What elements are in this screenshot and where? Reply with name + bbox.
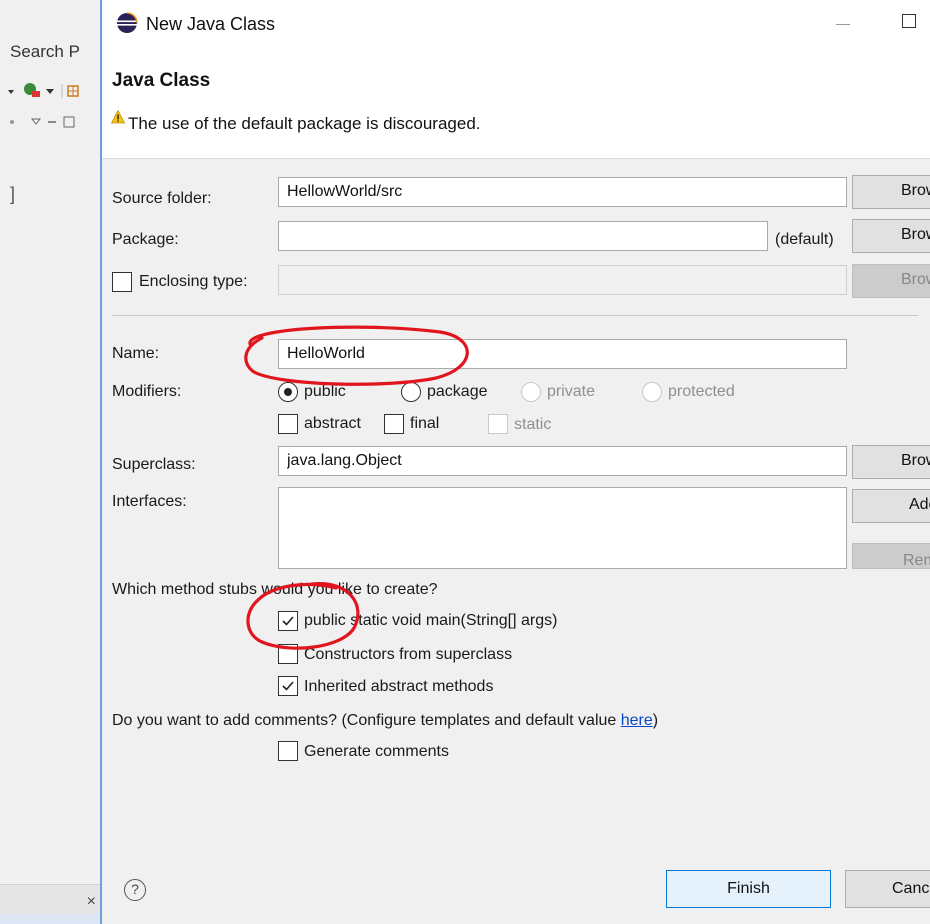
eclipse-icon (117, 12, 138, 33)
interfaces-list[interactable] (278, 487, 847, 569)
configure-templates-link[interactable]: here (621, 712, 653, 729)
package-input[interactable] (278, 221, 768, 251)
modifier-static-checkbox[interactable] (488, 414, 508, 434)
ide-view-toolbar (8, 114, 100, 130)
modifiers-label: Modifiers: (112, 383, 182, 400)
source-folder-label: Source folder: (112, 190, 212, 207)
page-title: Java Class (112, 70, 211, 91)
maximize-button[interactable] (902, 14, 916, 28)
ide-background: Search P ] × (0, 0, 100, 924)
source-folder-browse-button[interactable]: Browse... (852, 175, 930, 209)
modifier-abstract-label: abstract (304, 415, 361, 432)
class-name-input[interactable] (278, 339, 847, 369)
modifier-protected-radio[interactable] (642, 382, 662, 402)
ide-menu-search[interactable]: Search P (10, 42, 80, 62)
finish-button[interactable]: Finish (666, 870, 831, 908)
comments-question-close: ) (652, 712, 659, 729)
generate-comments-checkbox[interactable] (278, 741, 298, 761)
name-label: Name: (112, 345, 160, 362)
stub-constructors-checkbox[interactable] (278, 644, 298, 664)
stub-inherited-label: Inherited abstract methods (304, 678, 494, 695)
generate-comments-label: Generate comments (304, 743, 449, 760)
superclass-input[interactable] (278, 446, 847, 476)
check-icon (282, 681, 294, 691)
enclosing-type-input[interactable] (278, 265, 847, 295)
dialog-titlebar[interactable]: New Java Class (102, 0, 930, 50)
ide-status-strip (0, 914, 100, 924)
modifier-private-label: private (547, 383, 596, 400)
package-default-label: (default) (775, 231, 834, 248)
close-tab-icon[interactable]: × (87, 893, 96, 911)
modifier-package-label: package (427, 383, 488, 400)
add-interface-button[interactable]: Add... (852, 489, 930, 523)
new-java-class-dialog: New Java Class Java Class The use of the… (100, 0, 930, 924)
package-label: Package: (112, 231, 179, 248)
dialog-title: New Java Class (146, 14, 276, 34)
modifier-abstract-checkbox[interactable] (278, 414, 298, 434)
stub-constructors-label: Constructors from superclass (304, 646, 513, 663)
package-browse-button[interactable]: Browse... (852, 219, 930, 253)
stub-inherited-checkbox[interactable] (278, 676, 298, 696)
stub-main-checkbox[interactable] (278, 611, 298, 631)
warning-message: The use of the default package is discou… (128, 114, 481, 133)
help-icon[interactable]: ? (124, 879, 146, 901)
run-badge-icon (32, 91, 40, 97)
check-icon (282, 616, 294, 626)
warning-icon (111, 110, 125, 124)
minimize-button[interactable] (830, 10, 858, 38)
modifier-static-label: static (514, 416, 552, 433)
remove-interface-button[interactable]: Remove (852, 543, 930, 569)
view-menu-icon (30, 118, 42, 125)
modifier-final-label: final (410, 415, 440, 432)
enclosing-type-browse-button[interactable]: Browse... (852, 264, 930, 298)
modifier-package-radio[interactable] (401, 382, 421, 402)
ide-toolbar (8, 80, 100, 102)
cancel-button[interactable]: Cancel (845, 870, 930, 908)
method-stubs-question: Which method stubs would you like to cre… (112, 581, 438, 598)
stub-main-label: public static void main(String[] args) (304, 612, 558, 629)
superclass-label: Superclass: (112, 456, 196, 473)
enclosing-type-checkbox[interactable] (112, 272, 132, 292)
interfaces-label: Interfaces: (112, 493, 187, 510)
dropdown-icon (8, 90, 14, 94)
modifier-public-label: public (304, 383, 346, 400)
separator (112, 315, 918, 316)
modifier-protected-label: protected (668, 383, 735, 400)
enclosing-type-label: Enclosing type: (139, 273, 248, 290)
dropdown-icon (46, 89, 54, 94)
modifier-public-radio[interactable] (278, 382, 298, 402)
modifier-private-radio[interactable] (521, 382, 541, 402)
maximize-view-icon (63, 116, 75, 128)
source-folder-input[interactable] (278, 177, 847, 207)
ide-editor-text: ] (10, 184, 16, 204)
superclass-browse-button[interactable]: Browse... (852, 445, 930, 479)
modifier-final-checkbox[interactable] (384, 414, 404, 434)
comments-question-text: Do you want to add comments? (Configure … (112, 712, 621, 729)
comments-question: Do you want to add comments? (Configure … (112, 712, 658, 730)
